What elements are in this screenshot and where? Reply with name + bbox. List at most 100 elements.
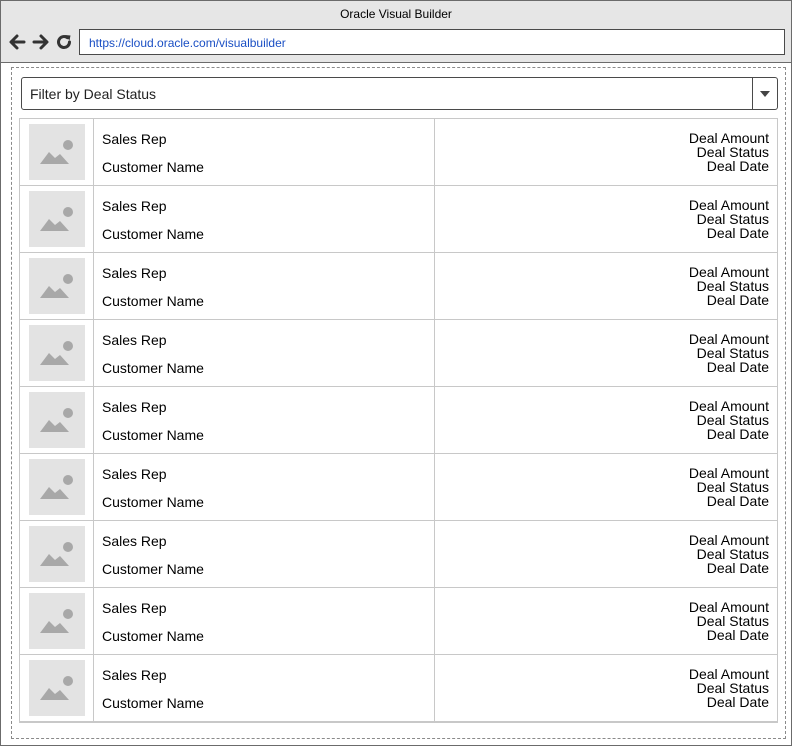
deal-details: Deal Amount Deal Status Deal Date — [689, 131, 769, 173]
sales-rep-label: Sales Rep — [102, 399, 167, 415]
column-divider — [434, 655, 435, 721]
image-placeholder-icon — [40, 609, 73, 633]
customer-name-label: Customer Name — [102, 561, 204, 577]
reload-button[interactable] — [54, 32, 74, 52]
deal-status-label: Deal Status — [696, 345, 769, 361]
column-divider — [93, 454, 94, 520]
window-title: Oracle Visual Builder — [340, 7, 452, 21]
deal-details: Deal Amount Deal Status Deal Date — [689, 667, 769, 709]
column-divider — [93, 387, 94, 453]
deal-date-label: Deal Date — [706, 426, 769, 442]
page-content: Filter by Deal Status Sales Rep Customer … — [11, 67, 786, 739]
thumbnail-placeholder — [29, 325, 85, 381]
deal-status-label: Deal Status — [696, 412, 769, 428]
deal-list: Sales Rep Customer Name Deal Amount Deal St… — [19, 118, 778, 723]
column-divider — [93, 320, 94, 386]
title-bar: Oracle Visual Builder https://cloud.orac… — [1, 1, 791, 63]
column-divider — [93, 253, 94, 319]
thumbnail-placeholder — [29, 593, 85, 649]
deal-status-label: Deal Status — [696, 680, 769, 696]
customer-name-label: Customer Name — [102, 360, 204, 376]
customer-name-label: Customer Name — [102, 226, 204, 242]
column-divider — [434, 454, 435, 520]
filter-label: Filter by Deal Status — [30, 86, 157, 102]
customer-name-label: Customer Name — [102, 494, 204, 510]
deal-date-label: Deal Date — [706, 359, 769, 375]
deal-details: Deal Amount Deal Status Deal Date — [689, 466, 769, 508]
list-item[interactable]: Sales Rep Customer Name Deal Amount Deal St… — [20, 588, 777, 655]
sales-rep-label: Sales Rep — [102, 332, 167, 348]
thumbnail-placeholder — [29, 124, 85, 180]
deal-amount-label: Deal Amount — [688, 599, 769, 615]
column-divider — [434, 119, 435, 185]
sales-rep-label: Sales Rep — [102, 265, 167, 281]
sales-rep-label: Sales Rep — [102, 466, 167, 482]
list-item[interactable]: Sales Rep Customer Name Deal Amount Deal St… — [20, 320, 777, 387]
deal-date-label: Deal Date — [706, 493, 769, 509]
deal-date-label: Deal Date — [706, 158, 769, 174]
deal-date-label: Deal Date — [706, 694, 769, 710]
column-divider — [93, 119, 94, 185]
thumbnail-placeholder — [29, 392, 85, 448]
deal-amount-label: Deal Amount — [688, 398, 769, 414]
deal-status-label: Deal Status — [696, 479, 769, 495]
customer-name-label: Customer Name — [102, 159, 204, 175]
sales-rep-label: Sales Rep — [102, 600, 167, 616]
deal-details: Deal Amount Deal Status Deal Date — [689, 399, 769, 441]
deal-status-label: Deal Status — [696, 144, 769, 160]
deal-details: Deal Amount Deal Status Deal Date — [689, 332, 769, 374]
image-placeholder-icon — [40, 140, 73, 164]
column-divider — [93, 655, 94, 721]
image-placeholder-icon — [40, 676, 73, 700]
deal-amount-label: Deal Amount — [688, 465, 769, 481]
deal-date-label: Deal Date — [706, 225, 769, 241]
list-item[interactable]: Sales Rep Customer Name Deal Amount Deal St… — [20, 186, 777, 253]
column-divider — [434, 253, 435, 319]
column-divider — [93, 521, 94, 587]
thumbnail-placeholder — [29, 660, 85, 716]
deal-amount-label: Deal Amount — [688, 331, 769, 347]
address-bar[interactable]: https://cloud.oracle.com/visualbuilder — [79, 29, 785, 55]
sales-rep-label: Sales Rep — [102, 667, 167, 683]
customer-name-label: Customer Name — [102, 695, 204, 711]
back-button[interactable] — [7, 32, 27, 52]
deal-amount-label: Deal Amount — [688, 264, 769, 280]
list-item[interactable]: Sales Rep Customer Name Deal Amount Deal St… — [20, 253, 777, 320]
column-divider — [434, 320, 435, 386]
thumbnail-placeholder — [29, 526, 85, 582]
filter-dropdown-button[interactable] — [752, 78, 777, 109]
deal-details: Deal Amount Deal Status Deal Date — [689, 265, 769, 307]
image-placeholder-icon — [40, 408, 73, 432]
list-item[interactable]: Sales Rep Customer Name Deal Amount Deal St… — [20, 387, 777, 454]
forward-button[interactable] — [31, 32, 51, 52]
customer-name-label: Customer Name — [102, 427, 204, 443]
image-placeholder-icon — [40, 542, 73, 566]
deal-status-label: Deal Status — [696, 546, 769, 562]
column-divider — [434, 387, 435, 453]
deal-details: Deal Amount Deal Status Deal Date — [689, 533, 769, 575]
list-item[interactable]: Sales Rep Customer Name Deal Amount Deal St… — [20, 521, 777, 588]
customer-name-label: Customer Name — [102, 293, 204, 309]
list-item[interactable]: Sales Rep Customer Name Deal Amount Deal St… — [20, 119, 777, 186]
image-placeholder-icon — [40, 274, 73, 298]
sales-rep-label: Sales Rep — [102, 198, 167, 214]
chevron-down-icon — [760, 90, 770, 97]
list-item[interactable]: Sales Rep Customer Name Deal Amount Deal St… — [20, 655, 777, 722]
sales-rep-label: Sales Rep — [102, 533, 167, 549]
deal-amount-label: Deal Amount — [688, 666, 769, 682]
deal-amount-label: Deal Amount — [688, 197, 769, 213]
image-placeholder-icon — [40, 207, 73, 231]
deal-details: Deal Amount Deal Status Deal Date — [689, 600, 769, 642]
deal-amount-label: Deal Amount — [688, 130, 769, 146]
deal-amount-label: Deal Amount — [688, 532, 769, 548]
column-divider — [93, 588, 94, 654]
list-item[interactable]: Sales Rep Customer Name Deal Amount Deal St… — [20, 454, 777, 521]
column-divider — [434, 588, 435, 654]
deal-status-label: Deal Status — [696, 278, 769, 294]
deal-status-label: Deal Status — [696, 211, 769, 227]
sales-rep-label: Sales Rep — [102, 131, 167, 147]
browser-window: Oracle Visual Builder https://cloud.orac… — [0, 0, 792, 746]
thumbnail-placeholder — [29, 258, 85, 314]
deal-status-filter-select[interactable]: Filter by Deal Status — [21, 77, 778, 110]
column-divider — [434, 521, 435, 587]
